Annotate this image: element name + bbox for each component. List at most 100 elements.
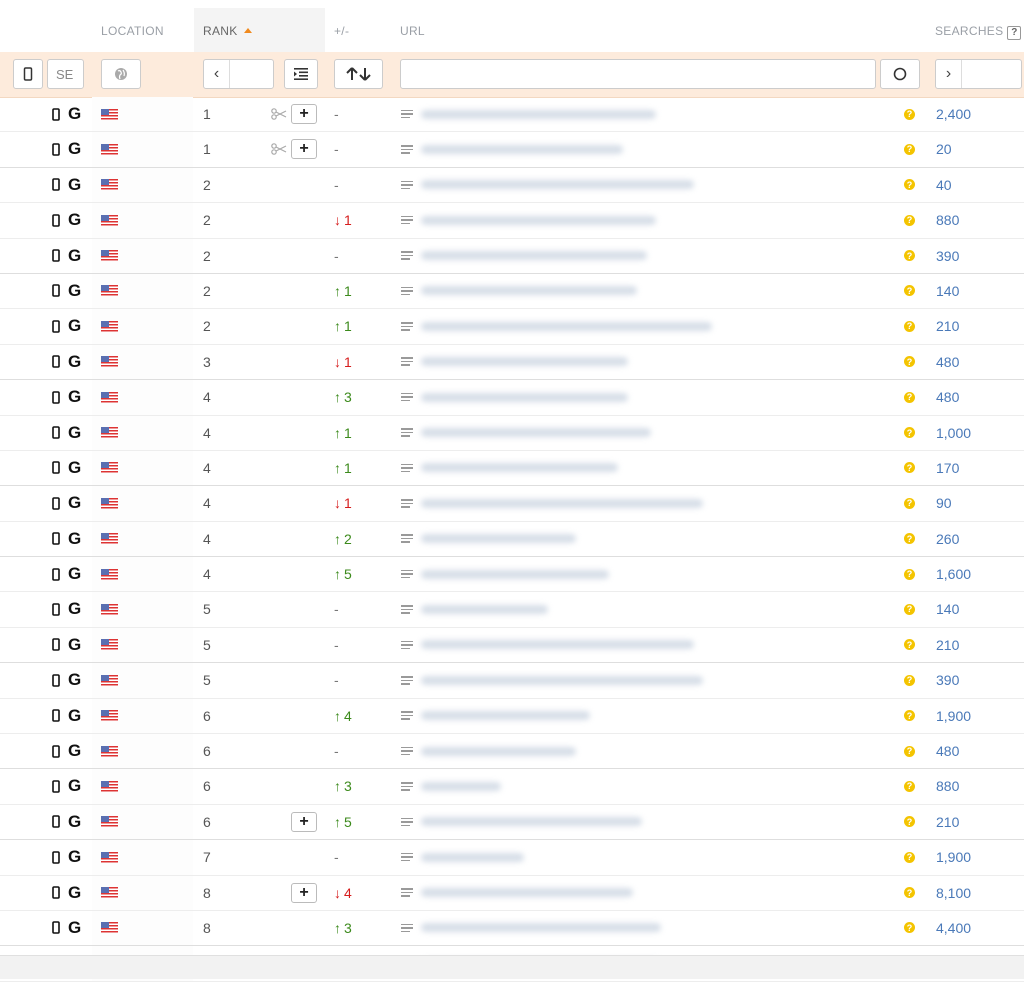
help-dot-icon[interactable]: ? (904, 285, 915, 297)
help-dot-icon[interactable]: ? (904, 603, 915, 615)
add-button[interactable]: + (291, 882, 317, 903)
table-row[interactable]: G 4 ↑ 1? 170 (0, 450, 1024, 487)
help-dot-icon[interactable]: ? (904, 816, 915, 828)
help-dot-icon[interactable]: ? (904, 780, 915, 792)
url-filter-toggle[interactable] (880, 59, 920, 89)
table-row[interactable]: G 4 ↑ 5? 1,600 (0, 557, 1024, 593)
url-text-blurred[interactable] (421, 428, 651, 438)
help-dot-icon[interactable]: ? (904, 568, 915, 580)
url-text-blurred[interactable] (421, 569, 609, 579)
url-text-blurred[interactable] (421, 781, 501, 791)
url-cell[interactable] (401, 557, 609, 591)
rank-range-filter[interactable]: ‹ (203, 59, 274, 89)
add-button[interactable]: + (291, 139, 317, 160)
url-filter-input[interactable] (400, 59, 876, 89)
url-cell[interactable] (401, 203, 656, 237)
url-text-blurred[interactable] (421, 746, 576, 756)
table-row[interactable]: G 8 ↑ 3? 4,400 (0, 910, 1024, 947)
search-engine-filter[interactable]: SE (47, 59, 84, 89)
table-row[interactable]: G 2 -? 390 (0, 238, 1024, 274)
table-row[interactable]: G 1 + -? 20 (0, 132, 1024, 168)
help-dot-icon[interactable]: ? (904, 745, 915, 757)
url-cell[interactable] (401, 416, 651, 450)
table-row[interactable]: G 4 ↑ 2? 260 (0, 521, 1024, 558)
help-dot-icon[interactable]: ? (904, 108, 915, 120)
table-row[interactable]: G 6 -? 480 (0, 734, 1024, 770)
url-text-blurred[interactable] (421, 498, 703, 508)
help-dot-icon[interactable]: ? (904, 143, 915, 155)
help-dot-icon[interactable]: ? (904, 250, 915, 262)
url-text-blurred[interactable] (421, 180, 694, 190)
url-text-blurred[interactable] (421, 463, 618, 473)
table-row[interactable]: G 7 -? 1,900 (0, 840, 1024, 876)
header-url[interactable]: URL (400, 24, 425, 38)
url-text-blurred[interactable] (421, 357, 628, 367)
url-text-blurred[interactable] (421, 251, 647, 261)
url-text-blurred[interactable] (421, 286, 637, 296)
url-cell[interactable] (401, 345, 628, 379)
help-dot-icon[interactable]: ? (904, 922, 915, 934)
url-cell[interactable] (401, 769, 501, 803)
url-text-blurred[interactable] (421, 534, 576, 544)
url-cell[interactable] (401, 699, 590, 733)
rank-list-toggle-button[interactable] (284, 59, 318, 89)
url-text-blurred[interactable] (421, 109, 656, 119)
url-text-blurred[interactable] (421, 392, 628, 402)
table-row[interactable]: G 4 ↑ 3? 480 (0, 380, 1024, 416)
header-searches[interactable]: SEARCHES? (935, 24, 1022, 40)
help-dot-icon[interactable]: ? (904, 533, 915, 545)
header-change[interactable]: +/- (334, 24, 349, 38)
url-text-blurred[interactable] (421, 215, 656, 225)
url-text-blurred[interactable] (421, 321, 712, 331)
add-button[interactable]: + (291, 104, 317, 124)
table-row[interactable]: G 2 -? 40 (0, 167, 1024, 204)
table-row[interactable]: G 4 ↓ 1? 90 (0, 486, 1024, 522)
help-dot-icon[interactable]: ? (904, 356, 915, 368)
url-cell[interactable] (401, 592, 548, 626)
device-filter-button[interactable] (13, 59, 43, 89)
change-sort-button[interactable] (334, 59, 383, 89)
scissors-icon[interactable] (271, 97, 287, 131)
help-dot-icon[interactable]: ? (904, 214, 915, 226)
url-text-blurred[interactable] (421, 852, 524, 862)
url-text-blurred[interactable] (421, 888, 633, 898)
url-cell[interactable] (401, 522, 576, 556)
searches-range-filter[interactable]: › (935, 59, 1022, 89)
url-text-blurred[interactable] (421, 817, 642, 827)
url-text-blurred[interactable] (421, 604, 548, 614)
rank-prev-button[interactable]: ‹ (204, 60, 230, 88)
table-row[interactable]: G 2 ↑ 1? 210 (0, 309, 1024, 345)
table-row[interactable]: G 2 ↓ 1? 880 (0, 203, 1024, 239)
table-row[interactable]: G 6 ↑ 3? 880 (0, 769, 1024, 805)
url-text-blurred[interactable] (421, 711, 590, 721)
help-dot-icon[interactable]: ? (904, 391, 915, 403)
help-dot-icon[interactable]: ? (904, 320, 915, 332)
table-row[interactable]: G 2 ↑ 1? 140 (0, 273, 1024, 310)
table-row[interactable]: G 6 + ↑ 5? 210 (0, 804, 1024, 841)
url-cell[interactable] (401, 168, 694, 202)
header-rank[interactable]: RANK (203, 24, 252, 38)
table-row[interactable]: G 5 -? 390 (0, 663, 1024, 699)
table-row[interactable]: G 4 ↑ 1? 1,000 (0, 415, 1024, 451)
url-cell[interactable] (401, 911, 661, 945)
add-button[interactable]: + (291, 811, 317, 832)
table-row[interactable]: G 5 -? 140 (0, 592, 1024, 628)
url-cell[interactable] (401, 876, 633, 910)
url-cell[interactable] (401, 486, 703, 520)
help-dot-icon[interactable]: ? (904, 710, 915, 722)
table-row[interactable]: G 5 -? 210 (0, 627, 1024, 664)
url-text-blurred[interactable] (421, 144, 623, 154)
url-cell[interactable] (401, 274, 637, 308)
help-dot-icon[interactable]: ? (904, 674, 915, 686)
help-dot-icon[interactable]: ? (904, 497, 915, 509)
url-cell[interactable] (401, 663, 703, 697)
header-location[interactable]: LOCATION (101, 24, 164, 38)
table-row[interactable]: G 8 + ↓ 4? 8,100 (0, 875, 1024, 911)
url-cell[interactable] (401, 132, 623, 166)
scissors-icon[interactable] (271, 132, 287, 166)
url-text-blurred[interactable] (421, 640, 694, 650)
url-cell[interactable] (401, 97, 656, 131)
help-icon[interactable]: ? (1007, 26, 1022, 40)
location-filter-button[interactable] (101, 59, 141, 89)
url-text-blurred[interactable] (421, 675, 703, 685)
